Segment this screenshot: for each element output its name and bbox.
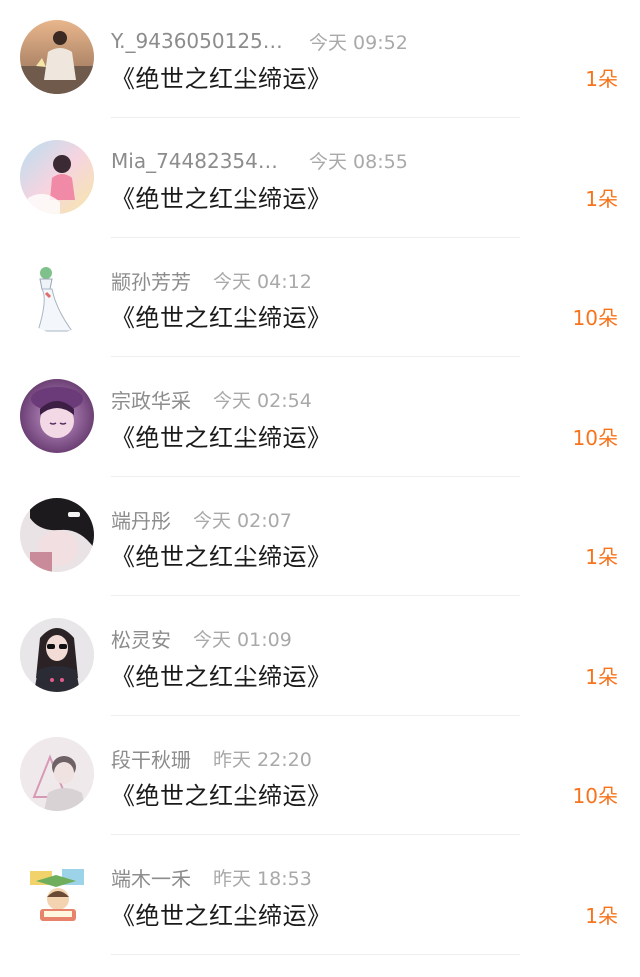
list-item[interactable]: 端丹彤 今天 02:07 《绝世之红尘缔运》 1朵 (0, 478, 640, 598)
avatar-cartoon-reader-icon (20, 856, 94, 931)
timestamp: 今天 08:55 (309, 151, 408, 173)
username[interactable]: 段干秋珊 (111, 744, 191, 773)
book-title[interactable]: 《绝世之红尘缔运》 (111, 179, 332, 214)
book-title[interactable]: 《绝世之红尘缔运》 (111, 896, 332, 931)
timestamp: 今天 04:12 (213, 270, 312, 293)
gift-count: 1朵 (585, 67, 618, 91)
gift-count: 10朵 (572, 425, 618, 450)
timestamp: 今天 02:54 (213, 390, 312, 412)
book-title[interactable]: 《绝世之红尘缔运》 (111, 657, 332, 692)
gift-count: 10朵 (572, 784, 618, 808)
book-title[interactable]: 《绝世之红尘缔运》 (111, 776, 332, 811)
list-item[interactable]: 段干秋珊 昨天 22:20 《绝世之红尘缔运》 10朵 (0, 717, 640, 837)
username[interactable]: 端木一禾 (111, 863, 191, 892)
list-item[interactable]: 端木一禾 昨天 18:53 《绝世之红尘缔运》 1朵 (0, 837, 640, 957)
username[interactable]: 宗政华采 (111, 385, 191, 414)
avatar-girl-sunglasses-icon (20, 617, 94, 692)
item-meta: 颛孙芳芳 今天 04:12 (111, 265, 312, 295)
avatar[interactable] (20, 617, 94, 692)
avatar[interactable] (20, 498, 94, 572)
item-meta: 端丹彤 今天 02:07 (111, 504, 292, 534)
avatar[interactable] (20, 856, 94, 931)
list-item[interactable]: 颛孙芳芳 今天 04:12 《绝世之红尘缔运》 10朵 (0, 239, 640, 359)
list-item[interactable]: 宗政华采 今天 02:54 《绝世之红尘缔运》 10朵 (0, 359, 640, 479)
book-title[interactable]: 《绝世之红尘缔运》 (111, 418, 332, 453)
username[interactable]: Y._94360501259... (111, 29, 287, 53)
avatar-anime-girl-purple-icon (20, 378, 94, 453)
divider (111, 356, 520, 357)
list-item[interactable]: Mia_744823542... 今天 08:55 《绝世之红尘缔运》 1朵 (0, 120, 640, 240)
avatar[interactable] (20, 139, 94, 214)
item-meta: Y._94360501259... 今天 09:52 (111, 26, 408, 56)
gift-count: 1朵 (585, 186, 618, 211)
timestamp: 今天 02:07 (193, 509, 292, 532)
gift-count: 1朵 (585, 903, 618, 928)
username[interactable]: 端丹彤 (111, 505, 171, 534)
gift-count: 1朵 (585, 545, 618, 569)
avatar[interactable] (20, 737, 94, 811)
divider (111, 236, 520, 238)
divider (111, 475, 520, 477)
book-title[interactable]: 《绝世之红尘缔运》 (111, 298, 332, 333)
gift-count: 10朵 (572, 306, 618, 330)
timestamp: 昨天 22:20 (213, 748, 312, 771)
username[interactable]: 松灵安 (111, 624, 171, 653)
list-item[interactable]: Y._94360501259... 今天 09:52 《绝世之红尘缔运》 1朵 (0, 0, 640, 120)
gift-record-list: Y._94360501259... 今天 09:52 《绝世之红尘缔运》 1朵 (0, 0, 640, 977)
item-meta: 段干秋珊 昨天 22:20 (111, 743, 312, 773)
book-title[interactable]: 《绝世之红尘缔运》 (111, 537, 332, 572)
avatar[interactable] (20, 259, 94, 333)
username[interactable]: 颛孙芳芳 (111, 266, 191, 295)
gift-count: 1朵 (585, 664, 618, 689)
divider (111, 834, 520, 835)
book-title[interactable]: 《绝世之红尘缔运》 (111, 59, 332, 94)
avatar[interactable] (20, 378, 94, 453)
divider (111, 117, 520, 118)
avatar-gardevoir-icon (20, 259, 94, 333)
item-meta: 松灵安 今天 01:09 (111, 624, 292, 654)
timestamp: 今天 01:09 (193, 629, 292, 651)
username[interactable]: Mia_744823542... (111, 149, 287, 173)
avatar-girl-hairclip-icon (20, 498, 94, 572)
avatar-boy-triangle-icon (20, 737, 94, 811)
avatar-pastel-girl-icon (20, 139, 94, 214)
divider (111, 714, 520, 716)
avatar[interactable] (20, 20, 94, 94)
item-meta: 端木一禾 昨天 18:53 (111, 863, 312, 893)
item-meta: 宗政华采 今天 02:54 (111, 385, 312, 415)
item-meta: Mia_744823542... 今天 08:55 (111, 146, 408, 176)
avatar-girl-sunset-icon (20, 20, 94, 94)
divider (111, 953, 520, 955)
timestamp: 今天 09:52 (309, 31, 408, 54)
timestamp: 昨天 18:53 (213, 868, 312, 890)
list-item[interactable]: 松灵安 今天 01:09 《绝世之红尘缔运》 1朵 (0, 598, 640, 718)
divider (111, 595, 520, 596)
